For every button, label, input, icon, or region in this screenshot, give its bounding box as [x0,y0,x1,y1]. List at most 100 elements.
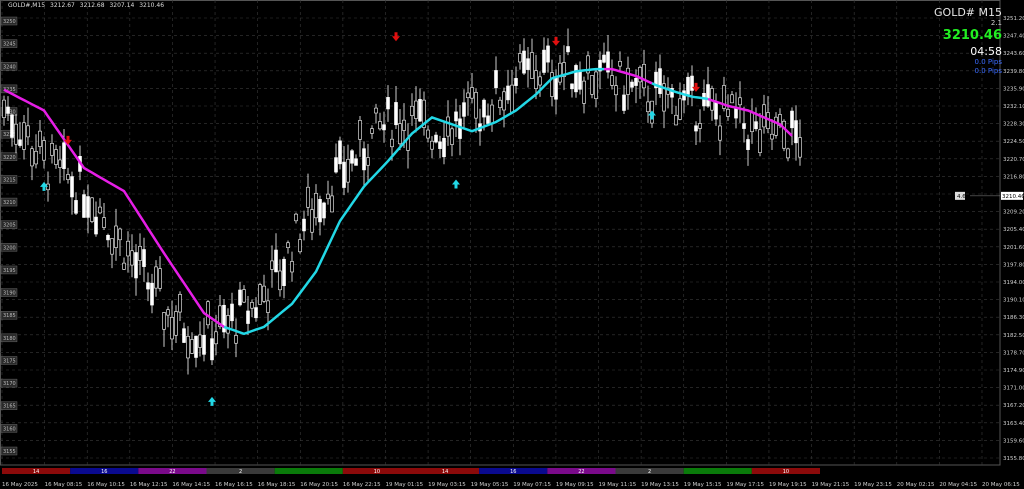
left-axis-label: 3175 [3,358,16,364]
candle-body [546,45,550,63]
candle-body [154,266,158,289]
candle-body [538,76,542,86]
candle-body [114,225,118,248]
price-tick-label: 3174.90 [1003,368,1024,374]
time-tick-label: 19 May 09:15 [556,482,594,488]
candle-body [182,328,186,343]
left-axis-label: 3210 [3,200,16,206]
left-axis-label: 3225 [3,132,16,138]
panel-spread: 2.1 [990,19,1002,27]
candle-body [282,258,286,286]
candle-body [442,138,446,158]
candle-body [410,105,414,116]
price-tick-label: 3167.20 [1003,403,1024,409]
candle-body [426,129,430,139]
candle-body [658,68,662,94]
candle-body [706,84,710,107]
candle-body [578,70,582,90]
session-segment [683,468,752,474]
panel-symbol: GOLD# M15 [934,6,1002,19]
pips-line-1: 0.0 Pips [974,58,1002,66]
candle-body [610,75,614,86]
candle-body [450,128,454,145]
left-axis-label: 3250 [3,19,16,25]
candle-body [150,282,154,306]
pips-line-2: 0.0 Pips [974,67,1002,75]
candle-body [142,249,146,267]
candle-body [126,240,130,257]
price-tick-label: 3171.00 [1003,386,1024,392]
candle-body [726,109,730,117]
candle-body [230,303,234,322]
candle-body [34,150,38,165]
candle-body [50,143,54,156]
current-price-label: 3210.46 [1002,194,1024,200]
candle-body [262,285,266,302]
candle-body [342,161,346,188]
candle-body [522,50,526,74]
candle-body [742,123,746,129]
candle-body [326,193,330,200]
candle-body [558,62,562,83]
sell-arrow-icon [552,36,560,46]
candle-body [618,61,622,67]
price-tick-label: 3197.80 [1003,262,1024,268]
candle-body [194,335,198,358]
candle-body [530,52,534,79]
time-tick-label: 16 May 08:15 [45,482,83,488]
price-tick-label: 3194.00 [1003,280,1024,286]
session-label: 16 [510,469,516,475]
candle-body [482,99,486,118]
session-label: 14 [33,469,39,475]
price-chart[interactable]: 3251.20 3247.40 3243.60 3239.80 3235.90 3232.… [0,0,1024,489]
candle-body [638,67,642,83]
candle-body [370,128,374,134]
time-tick-label: 19 May 23:15 [854,482,892,488]
candle-body [574,65,578,93]
time-tick-label: 20 May 04:15 [939,482,977,488]
candle-body [306,186,310,208]
low-value: 3207.14 [109,2,135,9]
candle-body [374,107,378,114]
candle-body [634,77,638,86]
candle-body [106,234,110,241]
candle-body [226,315,230,334]
candle-body [362,148,366,171]
candle-body [518,53,522,63]
candle-body [614,85,618,96]
candle-body [486,115,490,124]
session-label: 22 [169,469,175,475]
candle-body [174,311,178,336]
candle-body [350,150,354,164]
candle-body [322,202,326,219]
candle-body [594,71,598,99]
left-axis-label: 3205 [3,223,16,229]
candle-body [754,121,758,130]
time-tick-label: 20 May 06:15 [982,482,1020,488]
left-axis-label: 3240 [3,64,16,70]
candle-body [10,114,14,138]
candle-body [2,99,6,118]
candle-body [730,94,734,104]
candle-body [178,294,182,313]
candle-body [202,335,206,355]
time-tick-label: 16 May 14:15 [172,482,210,488]
time-tick-label: 19 May 19:15 [769,482,807,488]
left-axis-label: 3245 [3,42,16,48]
candle-body [162,312,166,330]
time-tick-label: 19 May 01:15 [385,482,423,488]
info-panel: GOLD# M15 2.1 3210.46 04:58 0.0 Pips 0.0… [934,6,1002,76]
candle-body [382,124,386,131]
time-tick-label: 16 May 10:15 [87,482,125,488]
candle-body [582,80,586,104]
time-tick-label: 19 May 21:15 [812,482,850,488]
candle-body [46,183,50,191]
close-value: 3210.46 [139,2,165,9]
candle-body [718,125,722,141]
candle-body [738,97,742,106]
candle-body [246,310,250,324]
time-tick-label: 19 May 15:15 [684,482,722,488]
time-tick-label: 19 May 13:15 [641,482,679,488]
price-tick-label: 3163.40 [1003,421,1024,427]
session-label: 10 [374,469,380,475]
